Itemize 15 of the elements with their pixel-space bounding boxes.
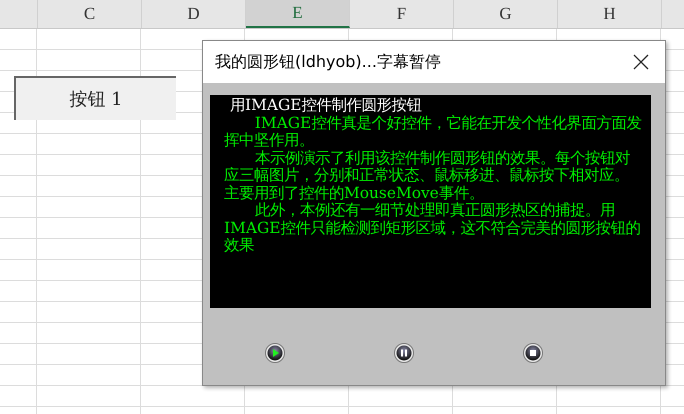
play-button[interactable] bbox=[265, 343, 285, 363]
caption-paragraph: IMAGE控件真是个好控件，它能在开发个性化界面方面发挥中坚作用。 bbox=[224, 114, 642, 150]
caption-heading: 用IMAGE控件制作圆形按钮 bbox=[229, 97, 422, 114]
window-title: 我的圆形钮(ldhyob)...字幕暂停 bbox=[215, 52, 441, 72]
column-header[interactable]: C bbox=[38, 0, 142, 28]
close-icon[interactable] bbox=[633, 54, 649, 70]
stop-button[interactable] bbox=[523, 343, 543, 363]
column-header[interactable]: H bbox=[558, 0, 662, 28]
caption-paragraph: 此外，本例还有一细节处理即真正圆形热区的捕捉。用IMAGE控件只能检测到矩形区域，这不符合完美的圆形按钮的效果 bbox=[224, 202, 642, 254]
column-header[interactable]: F bbox=[350, 0, 454, 28]
caption-paragraph: 本示例演示了利用该控件制作圆形钮的效果。每个按钮对应三幅图片，分别和正常状态、鼠标移进、鼠标按下相对应。主要用到了控件的MouseMove事件。 bbox=[224, 150, 631, 202]
pause-button[interactable] bbox=[394, 343, 414, 363]
column-header[interactable]: E bbox=[246, 0, 350, 28]
sheet-button[interactable]: 按钮 1 bbox=[14, 76, 176, 120]
column-header[interactable]: G bbox=[454, 0, 558, 28]
